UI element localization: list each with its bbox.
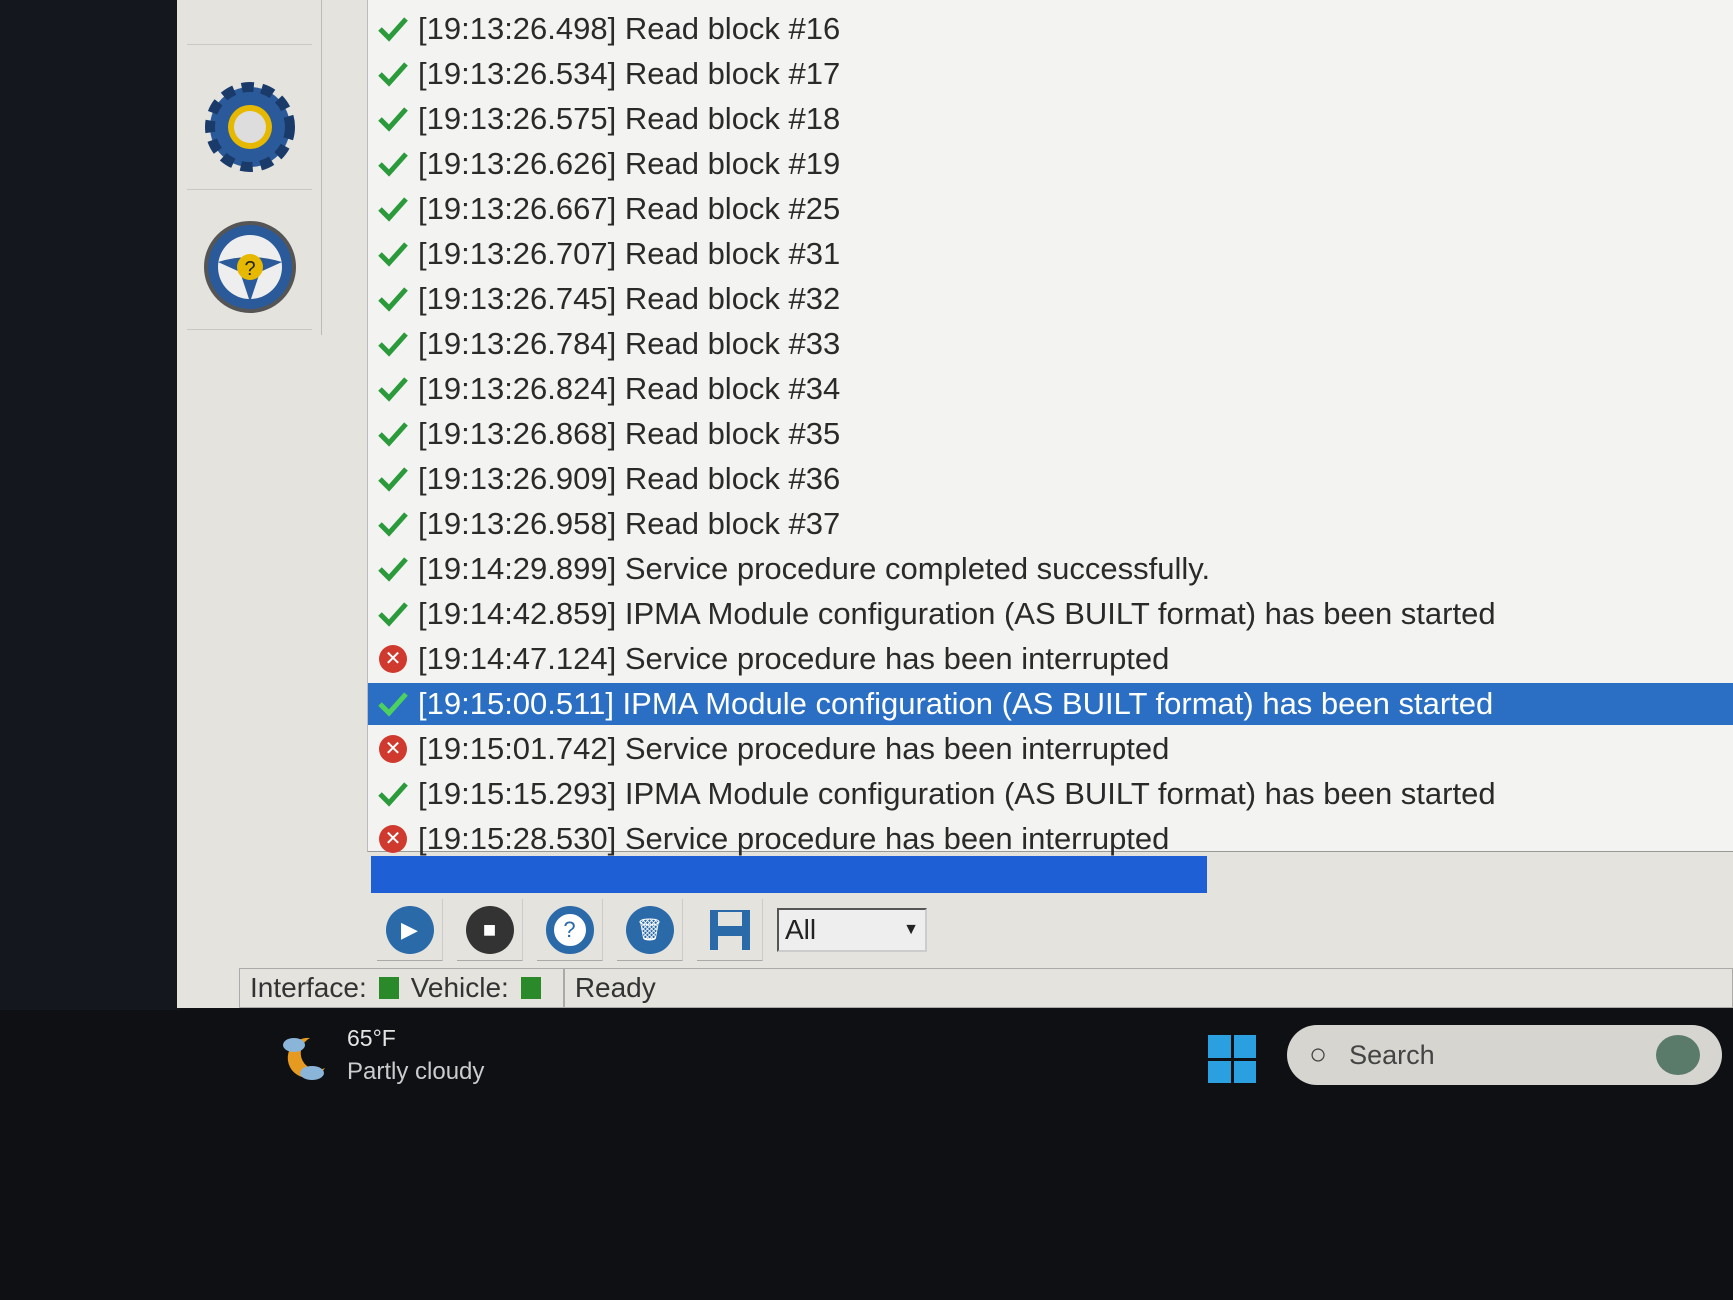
checkmark-icon: [376, 507, 410, 541]
chevron-down-icon: ▼: [903, 921, 919, 938]
weather-condition: Partly cloudy: [347, 1058, 485, 1085]
vehicle-label: Vehicle:: [410, 972, 509, 1003]
save-log-button[interactable]: [697, 899, 763, 961]
progress-bar: [371, 856, 1207, 893]
log-entry[interactable]: [19:13:26.667] Read block #25: [368, 188, 1733, 230]
log-entry-text: [19:14:42.859] IPMA Module configuration…: [418, 596, 1496, 631]
log-entry[interactable]: [19:13:26.824] Read block #34: [368, 368, 1733, 410]
desktop-background: [0, 0, 180, 1010]
checkmark-icon: [376, 372, 410, 406]
weather-widget[interactable]: 65°F Partly cloudy: [283, 1025, 485, 1086]
play-icon: ▶: [385, 905, 434, 954]
svg-text:?: ?: [244, 258, 255, 280]
error-icon: ✕: [376, 822, 410, 856]
lifebuoy-icon: ?: [545, 905, 594, 954]
checkmark-icon: [376, 57, 410, 91]
stop-button[interactable]: ■: [457, 899, 523, 961]
sidebar-module-button[interactable]: [187, 0, 312, 45]
log-filter-select[interactable]: All ▼: [777, 908, 927, 952]
error-icon: ✕: [376, 642, 410, 676]
log-entry-text: [19:15:15.293] IPMA Module configuration…: [418, 776, 1496, 811]
log-entry[interactable]: [19:13:26.958] Read block #37: [368, 503, 1733, 545]
log-entry-text: [19:13:26.745] Read block #32: [418, 281, 841, 316]
log-entry[interactable]: [19:13:26.707] Read block #31: [368, 233, 1733, 275]
log-entry[interactable]: [19:13:26.498] Read block #16: [368, 8, 1733, 50]
error-icon: ✕: [376, 732, 410, 766]
steering-wheel-help-icon: ?: [203, 221, 296, 313]
windows-start-icon[interactable]: [1208, 1035, 1256, 1083]
clear-log-button[interactable]: 🗑: [617, 899, 683, 961]
checkmark-icon: [376, 12, 410, 46]
log-entry[interactable]: [19:13:26.868] Read block #35: [368, 413, 1733, 455]
search-placeholder: Search: [1349, 1039, 1435, 1070]
trash-icon: 🗑: [625, 905, 674, 954]
log-entry-text: [19:14:47.124] Service procedure has bee…: [418, 641, 1170, 676]
log-entry-text: [19:13:26.824] Read block #34: [418, 371, 841, 406]
log-entry[interactable]: [19:13:26.626] Read block #19: [368, 143, 1733, 185]
partly-cloudy-night-icon: [283, 1037, 325, 1080]
checkmark-icon: [376, 417, 410, 451]
log-entry[interactable]: [19:13:26.575] Read block #18: [368, 98, 1733, 140]
checkmark-icon: [376, 282, 410, 316]
log-entry[interactable]: [19:14:29.899] Service procedure complet…: [368, 548, 1733, 590]
checkmark-icon: [376, 687, 410, 721]
weather-temperature: 65°F: [347, 1025, 396, 1051]
checkmark-icon: [376, 552, 410, 586]
interface-indicator: [378, 977, 399, 999]
help-button[interactable]: ?: [537, 899, 603, 961]
log-entry[interactable]: ✕ [19:15:01.742] Service procedure has be…: [368, 728, 1733, 770]
log-entry[interactable]: [19:15:00.511] IPMA Module configuration…: [368, 683, 1733, 725]
checkmark-icon: [376, 462, 410, 496]
log-entry-text: [19:13:26.707] Read block #31: [418, 236, 841, 271]
log-entry-text: [19:13:26.958] Read block #37: [418, 506, 841, 541]
log-entry[interactable]: [19:14:42.859] IPMA Module configuration…: [368, 593, 1733, 635]
app-window: ? [19:13:26.498] Read block #16 [19:13:26…: [177, 0, 1733, 1008]
checkmark-icon: [376, 147, 410, 181]
log-entry[interactable]: [19:13:26.909] Read block #36: [368, 458, 1733, 500]
log-entry-text: [19:15:01.742] Service procedure has bee…: [418, 731, 1170, 766]
log-entry[interactable]: ✕ [19:14:47.124] Service procedure has be…: [368, 638, 1733, 680]
checkmark-icon: [376, 327, 410, 361]
filter-value: All: [785, 914, 817, 945]
interface-label: Interface:: [250, 972, 367, 1003]
log-entry-text: [19:13:26.868] Read block #35: [418, 416, 841, 451]
stop-icon: ■: [465, 905, 514, 954]
search-highlight-icon: [1656, 1035, 1700, 1075]
log-entry-text: [19:13:26.667] Read block #25: [418, 191, 841, 226]
log-entry[interactable]: ✕ [19:15:28.530] Service procedure has be…: [368, 818, 1733, 860]
floppy-disk-icon: [709, 909, 750, 950]
log-entry[interactable]: [19:15:15.293] IPMA Module configuration…: [368, 773, 1733, 815]
log-entry-text: [19:13:26.534] Read block #17: [418, 56, 841, 91]
log-entry[interactable]: [19:13:26.784] Read block #33: [368, 323, 1733, 365]
taskbar-search[interactable]: ○ Search: [1287, 1025, 1722, 1085]
log-entry-text: [19:14:29.899] Service procedure complet…: [418, 551, 1211, 586]
sidebar-help-button[interactable]: ?: [187, 205, 312, 330]
chip-icon: [205, 0, 295, 12]
log-entry-text: [19:13:26.909] Read block #36: [418, 461, 841, 496]
log-list[interactable]: [19:13:26.498] Read block #16 [19:13:26.5…: [367, 0, 1733, 856]
sidebar-settings-button[interactable]: [187, 65, 312, 190]
log-entry-text: [19:13:26.626] Read block #19: [418, 146, 841, 181]
status-bar: Interface: Vehicle: Ready: [239, 968, 1733, 1008]
checkmark-icon: [376, 597, 410, 631]
search-icon: ○: [1309, 1038, 1328, 1071]
log-entry-text: [19:15:28.530] Service procedure has bee…: [418, 821, 1170, 856]
log-entry-text: [19:15:00.511] IPMA Module configuration…: [418, 686, 1494, 721]
log-entry[interactable]: [19:13:26.534] Read block #17: [368, 53, 1733, 95]
gear-icon: [204, 82, 295, 172]
toolbar: ▶ ■ ? 🗑 All ▼: [367, 898, 927, 962]
log-entry-text: [19:13:26.498] Read block #16: [418, 11, 841, 46]
status-text: Ready: [574, 972, 656, 1003]
checkmark-icon: [376, 237, 410, 271]
vehicle-indicator: [520, 977, 541, 999]
start-button[interactable]: ▶: [377, 899, 443, 961]
log-entry[interactable]: [19:13:26.745] Read block #32: [368, 278, 1733, 320]
sidebar: ?: [177, 0, 322, 335]
log-entry-text: [19:13:26.784] Read block #33: [418, 326, 841, 361]
log-entry-text: [19:13:26.575] Read block #18: [418, 101, 841, 136]
checkmark-icon: [376, 102, 410, 136]
checkmark-icon: [376, 777, 410, 811]
checkmark-icon: [376, 192, 410, 226]
